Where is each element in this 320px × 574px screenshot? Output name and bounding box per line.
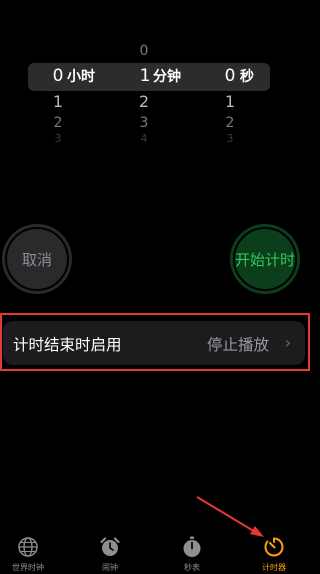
seconds-selected-value[interactable]: 0 [225,68,236,85]
tab-timer[interactable]: 计时器 [244,536,304,573]
when-timer-ends-value: 停止播放 [206,336,269,354]
cancel-button-label: 取消 [21,250,52,269]
cancel-button[interactable]: 取消 [2,224,72,294]
minutes-option[interactable]: 4 [141,133,148,144]
minutes-unit-label: 分钟 [153,69,181,85]
tab-label: 秒表 [184,563,200,572]
minutes-option[interactable]: 3 [140,116,149,130]
minutes-option[interactable]: 0 [140,44,149,58]
tab-label: 闹钟 [102,563,118,572]
timer-duration-picker[interactable]: 0 小时 1 2 3 0 1 分钟 2 3 4 0 秒 1 2 3 [0,36,314,148]
alarm-clock-icon [100,537,120,556]
minutes-selected-value[interactable]: 1 [140,68,151,85]
tab-label: 计时器 [262,563,286,572]
start-timer-button-label: 开始计时 [234,250,295,269]
hours-option[interactable]: 1 [53,94,63,110]
seconds-option[interactable]: 1 [225,94,235,110]
hours-option[interactable]: 2 [54,116,63,130]
seconds-option[interactable]: 3 [227,133,234,144]
tab-label: 世界时钟 [12,563,44,572]
tab-bar: 世界时钟 闹钟 秒表 计时器 [0,526,314,574]
tab-alarm[interactable]: 闹钟 [80,536,140,573]
hours-option[interactable]: 3 [55,133,62,144]
tab-world-clock[interactable]: 世界时钟 [0,536,58,573]
seconds-unit-label: 秒 [240,69,254,85]
chevron-right-icon: › [284,333,291,352]
timer-icon [264,537,284,557]
globe-icon [18,537,38,557]
tab-stopwatch[interactable]: 秒表 [162,536,222,573]
minutes-option[interactable]: 2 [139,94,149,110]
seconds-option[interactable]: 2 [226,116,235,130]
stopwatch-icon [183,536,201,557]
when-timer-ends-label: 计时结束时启用 [13,336,122,354]
when-timer-ends-row[interactable]: 计时结束时启用 停止播放 › [3,321,305,365]
start-timer-button[interactable]: 开始计时 [230,224,300,294]
hours-unit-label: 小时 [67,69,95,85]
hours-selected-value[interactable]: 0 [53,68,64,85]
